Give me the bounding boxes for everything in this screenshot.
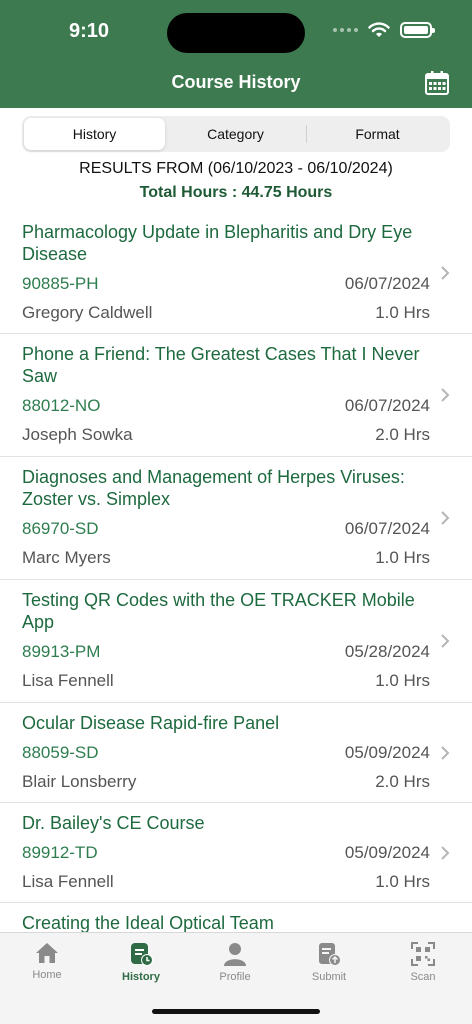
course-title: Creating the Ideal Optical Team	[22, 913, 274, 932]
course-row[interactable]: Creating the Ideal Optical Team	[0, 903, 472, 932]
tab-scan[interactable]: Scan	[376, 941, 470, 983]
tab-history[interactable]: History	[94, 941, 188, 983]
profile-icon	[224, 943, 246, 966]
course-hours: 1.0 Hrs	[375, 671, 430, 690]
results-range: RESULTS FROM (06/10/2023 - 06/10/2024)	[79, 160, 393, 177]
status-icons	[333, 22, 435, 38]
tab-label: Home	[32, 969, 62, 981]
wifi-icon	[368, 22, 390, 37]
course-title: Ocular Disease Rapid-fire Panel	[22, 713, 280, 733]
view-segmented-control: History Category Format	[22, 116, 450, 152]
course-date: 05/09/2024	[344, 843, 430, 862]
cellular-icon	[333, 28, 358, 32]
calendar-icon[interactable]	[424, 70, 450, 96]
tab-label: Profile	[219, 971, 251, 983]
course-row[interactable]: Dr. Bailey's CE Course 89912-TD 05/09/202…	[0, 803, 472, 903]
course-hours: 1.0 Hrs	[375, 303, 430, 322]
course-instructor: Blair Lonsberry	[22, 772, 137, 791]
course-list: Pharmacology Update in Blepharitis and D…	[0, 212, 472, 932]
course-code: 88059-SD	[22, 743, 99, 762]
chevron-right-icon	[441, 845, 450, 860]
course-instructor: Marc Myers	[22, 548, 111, 567]
app-header: 9:10 Course History	[0, 0, 472, 108]
course-code: 88012-NO	[22, 396, 101, 415]
course-hours: 1.0 Hrs	[375, 548, 430, 567]
course-hours: 1.0 Hrs	[375, 872, 430, 891]
course-date: 06/07/2024	[344, 396, 430, 415]
course-code: 89913-PM	[22, 642, 101, 661]
course-date: 06/07/2024	[344, 274, 430, 293]
course-date: 05/09/2024	[344, 743, 430, 762]
course-instructor: Lisa Fennell	[22, 872, 114, 891]
segment-category[interactable]: Category	[165, 118, 306, 150]
course-row[interactable]: Testing QR Codes with the OE TRACKER Mob…	[0, 580, 472, 703]
course-row[interactable]: Ocular Disease Rapid-fire Panel 88059-SD…	[0, 703, 472, 803]
course-instructor: Gregory Caldwell	[22, 303, 153, 322]
course-code: 86970-SD	[22, 519, 99, 538]
chevron-right-icon	[441, 388, 450, 402]
chevron-right-icon	[441, 745, 450, 760]
chevron-right-icon	[441, 511, 450, 525]
battery-icon	[400, 22, 435, 38]
page-title: Course History	[171, 72, 301, 92]
course-title: Pharmacology Update in Blepharitis and D…	[22, 222, 413, 264]
course-row[interactable]: Phone a Friend: The Greatest Cases That …	[0, 334, 472, 457]
course-title: Phone a Friend: The Greatest Cases That …	[22, 344, 420, 386]
tab-label: Scan	[410, 971, 436, 983]
segment-format[interactable]: Format	[307, 118, 448, 150]
tab-home[interactable]: Home	[0, 941, 94, 981]
course-title: Dr. Bailey's CE Course	[22, 813, 205, 833]
submit-icon	[319, 943, 341, 966]
home-indicator	[152, 1009, 320, 1014]
chevron-right-icon	[441, 265, 450, 280]
course-title: Diagnoses and Management of Herpes Virus…	[22, 467, 405, 509]
scan-icon	[411, 942, 435, 966]
course-date: 06/07/2024	[344, 519, 430, 538]
tab-profile[interactable]: Profile	[188, 941, 282, 983]
course-hours: 2.0 Hrs	[375, 425, 430, 444]
home-icon	[36, 943, 58, 963]
course-code: 89912-TD	[22, 843, 98, 862]
tab-submit[interactable]: Submit	[282, 941, 376, 983]
course-title: Testing QR Codes with the OE TRACKER Mob…	[22, 590, 415, 632]
tab-label: Submit	[311, 971, 347, 983]
total-hours: Total Hours : 44.75 Hours	[139, 184, 333, 201]
segment-history[interactable]: History	[24, 118, 165, 150]
dynamic-island	[167, 13, 305, 53]
course-row[interactable]: Pharmacology Update in Blepharitis and D…	[0, 212, 472, 334]
tab-label: History	[122, 971, 160, 983]
chevron-right-icon	[441, 634, 450, 648]
status-time: 9:10	[69, 20, 110, 42]
history-icon	[131, 943, 153, 966]
course-instructor: Lisa Fennell	[22, 671, 114, 690]
course-row[interactable]: Diagnoses and Management of Herpes Virus…	[0, 457, 472, 580]
course-hours: 2.0 Hrs	[375, 772, 430, 791]
course-code: 90885-PH	[22, 274, 99, 293]
course-instructor: Joseph Sowka	[22, 425, 133, 444]
course-date: 05/28/2024	[344, 642, 430, 661]
